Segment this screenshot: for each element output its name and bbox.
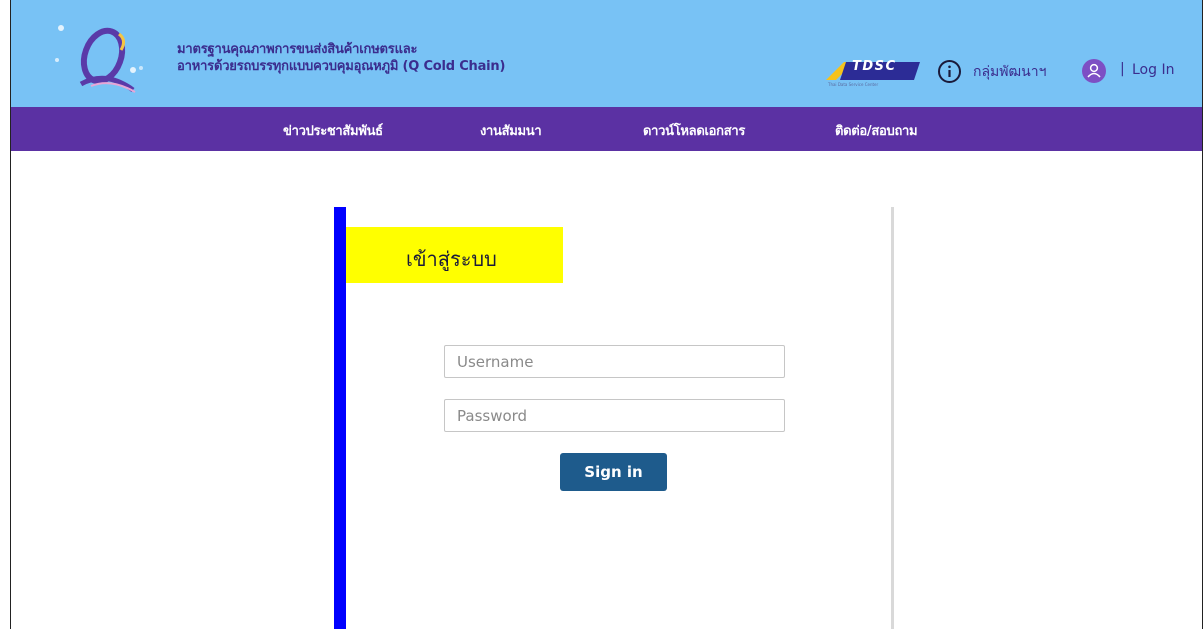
separator: | xyxy=(1120,61,1125,77)
user-icon[interactable] xyxy=(1081,58,1107,84)
logo-icon xyxy=(55,25,143,93)
signin-button[interactable]: Sign in xyxy=(560,453,667,491)
tdsc-logo-text: TDSC xyxy=(852,59,897,74)
nav-item-contact[interactable]: ติดต่อ/สอบถาม xyxy=(835,120,918,141)
info-icon[interactable] xyxy=(937,59,962,84)
login-title: เข้าสู่ระบบ xyxy=(406,247,497,271)
info-icon-shape xyxy=(938,60,961,83)
site-title-line1: มาตรฐานคุณภาพการขนส่งสินค้าเกษตรและ xyxy=(177,42,418,57)
site-header: มาตรฐานคุณภาพการขนส่งสินค้าเกษตรและ อาหา… xyxy=(11,0,1202,107)
nav-item-seminar[interactable]: งานสัมมนา xyxy=(480,120,542,141)
page-frame: มาตรฐานคุณภาพการขนส่งสินค้าเกษตรและ อาหา… xyxy=(10,0,1203,629)
tdsc-logo-subtext: Thai Data Service Center xyxy=(828,82,879,87)
site-title: มาตรฐานคุณภาพการขนส่งสินค้าเกษตรและ อาหา… xyxy=(177,41,505,75)
user-icon-shape xyxy=(1082,59,1106,83)
login-title-box: เข้าสู่ระบบ xyxy=(346,227,563,283)
main-nav: ข่าวประชาสัมพันธ์ งานสัมมนา ดาวน์โหลดเอก… xyxy=(11,107,1202,151)
username-input[interactable] xyxy=(444,345,785,378)
tdsc-logo[interactable]: TDSC Thai Data Service Center xyxy=(826,58,922,90)
login-card-edge xyxy=(891,207,894,629)
nav-item-news[interactable]: ข่าวประชาสัมพันธ์ xyxy=(283,120,383,141)
group-link[interactable]: กลุ่มพัฒนาฯ xyxy=(973,61,1046,83)
login-card-accent-bar xyxy=(334,207,346,629)
login-link[interactable]: Log In xyxy=(1132,62,1174,78)
password-input[interactable] xyxy=(444,399,785,432)
nav-item-downloads[interactable]: ดาวน์โหลดเอกสาร xyxy=(643,120,745,141)
site-title-line2: อาหารด้วยรถบรรทุกแบบควบคุมอุณหภูมิ (Q Co… xyxy=(177,59,506,74)
q-cold-chain-logo[interactable] xyxy=(51,20,147,96)
